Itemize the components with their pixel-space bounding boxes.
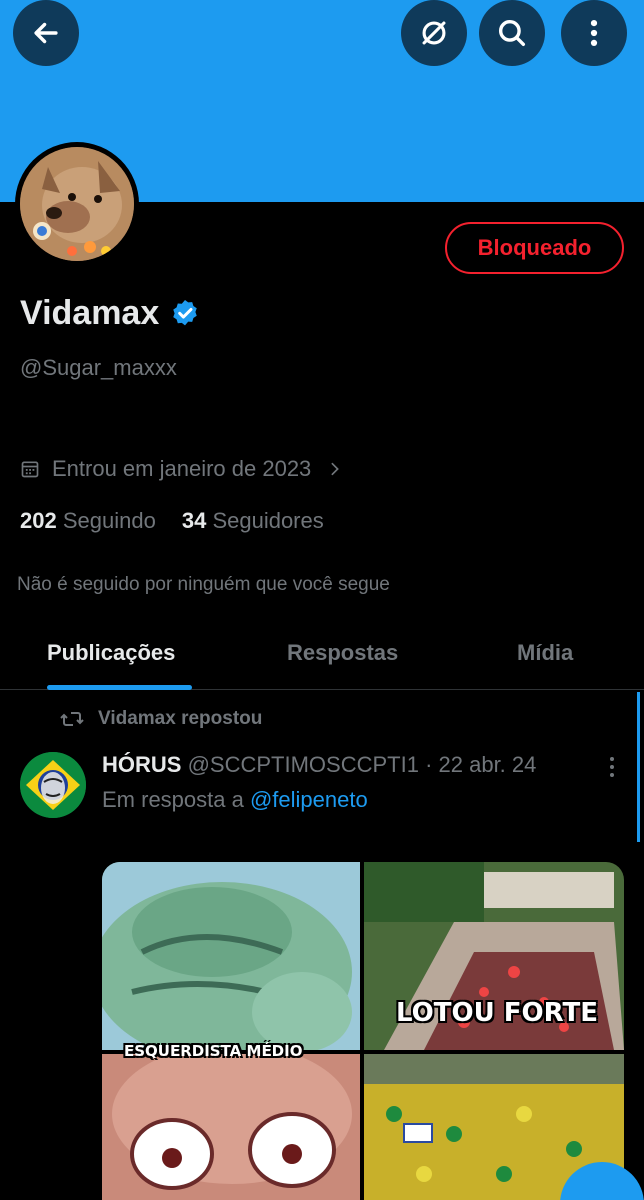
- back-button[interactable]: [13, 0, 79, 66]
- more-vertical-icon: [590, 19, 598, 47]
- grok-button[interactable]: [401, 0, 467, 66]
- post-author-avatar[interactable]: [20, 752, 86, 818]
- repost-icon: [60, 712, 84, 726]
- tab-respostas[interactable]: Respostas: [287, 640, 398, 666]
- display-name: Vidamax: [20, 294, 160, 332]
- following-count: 202: [20, 508, 57, 533]
- profile-handle: @Sugar_maxxx: [20, 355, 177, 380]
- arrow-left-icon: [34, 22, 58, 44]
- mutual-followers-text: Não é seguido por ninguém que você segue: [17, 574, 390, 595]
- chevron-right-icon: [331, 462, 340, 476]
- post-header: HÓRUS @SCCPTIMOSCCPTI1 · 22 abr. 24: [102, 752, 536, 778]
- search-icon: [498, 19, 526, 47]
- profile-name-row: Vidamax: [20, 294, 201, 333]
- followers-link[interactable]: 34 Seguidores: [182, 508, 324, 534]
- blocked-button[interactable]: Bloqueado: [445, 222, 624, 274]
- followers-count: 34: [181, 508, 207, 533]
- repost-text: Vidamax repostou: [98, 708, 263, 729]
- search-button[interactable]: [479, 0, 545, 66]
- post-author-handle[interactable]: @SCCPTIMOSCCPTI1: [188, 752, 419, 777]
- profile-tabs: Publicações Respostas Mídia: [0, 628, 644, 690]
- avatar-image: [20, 147, 134, 261]
- repost-indicator: Vidamax repostou: [60, 708, 262, 730]
- reply-prefix: Em resposta a: [102, 787, 244, 812]
- post-author-name[interactable]: HÓRUS: [102, 752, 181, 777]
- calendar-icon: [21, 461, 39, 478]
- profile-avatar[interactable]: [15, 142, 139, 266]
- meme-label-left: ESQUERDISTA MÉDIO: [124, 1042, 303, 1060]
- meme-label-right: LOTOU FORTE: [396, 998, 598, 1028]
- joined-text: Entrou em janeiro de 2023: [52, 456, 312, 481]
- reply-handle-link[interactable]: @felipeneto: [250, 787, 368, 812]
- joined-date-row[interactable]: Entrou em janeiro de 2023: [20, 456, 343, 482]
- verified-badge-icon[interactable]: [169, 298, 201, 330]
- following-link[interactable]: 202 Seguindo: [20, 508, 156, 534]
- following-label: Seguindo: [62, 508, 156, 533]
- tab-publicacoes[interactable]: Publicações: [47, 640, 175, 666]
- active-tab-indicator: [47, 685, 192, 690]
- more-options-button[interactable]: [561, 0, 627, 66]
- followers-label: Seguidores: [212, 508, 324, 533]
- tab-midia[interactable]: Mídia: [517, 640, 573, 666]
- media-image-top-right[interactable]: LOTOU FORTE: [364, 862, 624, 1050]
- post-more-icon[interactable]: [602, 755, 622, 779]
- reply-to-line: Em resposta a @felipeneto: [102, 787, 368, 813]
- follow-stats: 202 Seguindo 34 Seguidores: [20, 508, 324, 534]
- post-media-grid[interactable]: LOTOU FORTE ESQUERDISTA MÉDIO: [102, 862, 624, 1200]
- media-image-top-left[interactable]: [102, 862, 360, 1050]
- post-separator: ·: [425, 752, 433, 777]
- post-date[interactable]: 22 abr. 24: [439, 752, 537, 777]
- scroll-indicator: [637, 692, 640, 842]
- grok-slash-icon: [422, 21, 446, 45]
- media-image-bottom-left[interactable]: [102, 1054, 360, 1200]
